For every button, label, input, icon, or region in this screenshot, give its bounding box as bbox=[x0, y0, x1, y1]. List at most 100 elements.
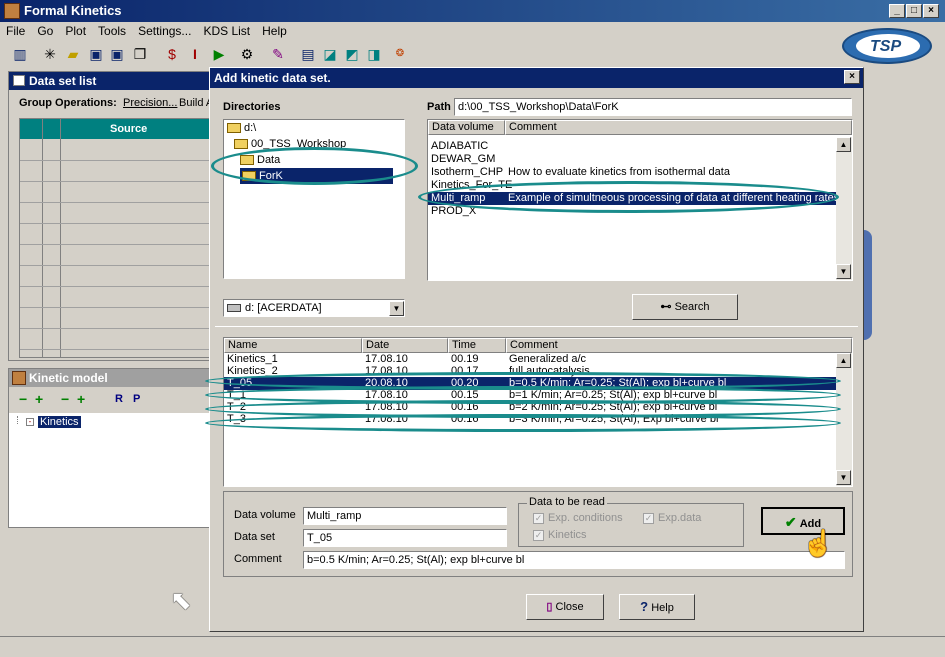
r-button[interactable]: R bbox=[115, 393, 123, 405]
dir-label: d:\ bbox=[244, 122, 257, 134]
volume-row[interactable]: Kinetics_For_TE bbox=[428, 179, 836, 192]
exp-conditions-label: Exp. conditions bbox=[548, 512, 623, 524]
build-link[interactable]: Build A bbox=[179, 97, 211, 109]
col-set-comment[interactable]: Comment bbox=[506, 338, 852, 353]
folder-open-icon bbox=[242, 171, 256, 182]
volume-row[interactable]: ADIABATIC bbox=[428, 140, 836, 153]
menu-help[interactable]: Help bbox=[256, 22, 293, 38]
copy-icon[interactable]: ❐ bbox=[130, 44, 150, 64]
add-icon-1[interactable]: + bbox=[35, 391, 43, 407]
volume-row-selected[interactable]: Multi_ramp Example of simultneous process… bbox=[428, 192, 836, 205]
menu-tools[interactable]: Tools bbox=[92, 22, 132, 38]
chart-icon-3[interactable]: ◩ bbox=[342, 44, 362, 64]
menu-go[interactable]: Go bbox=[31, 22, 59, 38]
data-set-table[interactable]: Name Date Time Comment Kinetics_1 17.08.1… bbox=[223, 337, 853, 487]
exp-conditions-checkbox[interactable]: ✓ Exp. conditions bbox=[533, 512, 623, 524]
kinetics-label: Kinetics bbox=[548, 529, 587, 541]
edit-icon[interactable]: ✎ bbox=[268, 44, 288, 64]
set-row[interactable]: T_3 17.08.10 00.16 b=3 K/min; Ar=0.25; St(A… bbox=[224, 413, 836, 426]
tree-collapse-icon[interactable]: - bbox=[26, 418, 34, 426]
set-label: Data set bbox=[234, 531, 275, 543]
chart-icon-4[interactable]: ◨ bbox=[364, 44, 384, 64]
help-button[interactable]: ? Help bbox=[619, 594, 695, 620]
sigma-icon[interactable]: $ bbox=[162, 44, 182, 64]
p-button[interactable]: P bbox=[133, 393, 140, 405]
save-as-icon[interactable]: ▣ bbox=[107, 44, 127, 64]
maximize-icon[interactable]: □ bbox=[906, 4, 922, 18]
menu-settings[interactable]: Settings... bbox=[132, 22, 197, 38]
volume-name: Kinetics_For_TE bbox=[431, 179, 513, 191]
dir-item-data[interactable]: Data bbox=[224, 152, 404, 168]
dir-item-root[interactable]: d:\ bbox=[224, 120, 404, 136]
scroll-down-icon[interactable]: ▼ bbox=[836, 470, 851, 485]
help-bulb-icon[interactable]: ❂ bbox=[390, 44, 410, 64]
help-label: Help bbox=[651, 602, 674, 614]
new-icon[interactable]: ✳ bbox=[40, 44, 60, 64]
dir-item-fork[interactable]: ForK bbox=[224, 168, 404, 184]
col-time[interactable]: Time bbox=[448, 338, 506, 353]
dialog-close-icon[interactable]: × bbox=[844, 70, 860, 84]
col-comment[interactable]: Comment bbox=[505, 120, 852, 135]
drive-select[interactable]: d: [ACERDATA] ▼ bbox=[223, 299, 405, 317]
set-scrollbar[interactable]: ▲ ▼ bbox=[836, 353, 852, 486]
scroll-up-icon[interactable]: ▲ bbox=[836, 353, 851, 368]
col-date[interactable]: Date bbox=[362, 338, 448, 353]
gear-icon[interactable]: ⚙ bbox=[237, 44, 257, 64]
close-button[interactable]: ▯ Close bbox=[526, 594, 604, 620]
remove-icon-1[interactable]: − bbox=[19, 391, 27, 407]
menu-kds-list[interactable]: KDS List bbox=[197, 22, 256, 38]
set-comment: b=3 K/min; Ar=0.25; St(Al); Exp bl+curve… bbox=[509, 413, 719, 425]
set-date: 17.08.10 bbox=[365, 413, 408, 425]
volume-row[interactable]: PROD_X bbox=[428, 205, 836, 218]
volume-row[interactable]: DEWAR_GM bbox=[428, 153, 836, 166]
chart-icon-1[interactable]: ▤ bbox=[298, 44, 318, 64]
comment-field[interactable]: b=0.5 K/min; Ar=0.25; St(Al); exp bl+cur… bbox=[303, 551, 845, 569]
menu-plot[interactable]: Plot bbox=[59, 22, 92, 38]
precision-link[interactable]: Precision... bbox=[123, 97, 177, 109]
list-icon[interactable]: ▥ bbox=[10, 44, 30, 64]
set-field[interactable]: T_05 bbox=[303, 529, 507, 547]
folder-open-icon bbox=[240, 155, 254, 166]
menu-file[interactable]: File bbox=[0, 22, 31, 38]
run-icon[interactable]: ▶ bbox=[209, 44, 229, 64]
add-icon-2[interactable]: + bbox=[77, 391, 85, 407]
pointer-cursor-icon: ☝ bbox=[802, 528, 835, 558]
save-icon[interactable]: ▣ bbox=[86, 44, 106, 64]
app-icon bbox=[4, 3, 20, 19]
close-icon[interactable]: × bbox=[923, 4, 939, 18]
tree-item-kinetics[interactable]: Kinetics bbox=[38, 416, 81, 428]
volume-comment: Example of simultneous processing of dat… bbox=[508, 192, 836, 204]
data-volume-list[interactable]: Data volume Comment ADIABATIC DEWAR_GM I… bbox=[427, 119, 853, 281]
volume-field[interactable]: Multi_ramp bbox=[303, 507, 507, 525]
drive-value: d: [ACERDATA] bbox=[245, 302, 322, 314]
kinetic-toolbar: − + − + R P bbox=[9, 387, 211, 413]
open-icon[interactable]: ▰ bbox=[63, 44, 83, 64]
chart-icon-2[interactable]: ◪ bbox=[320, 44, 340, 64]
data-set-panel: Data set list Group Operations: Precisio… bbox=[8, 71, 212, 361]
remove-icon-2[interactable]: − bbox=[61, 391, 69, 407]
info-icon[interactable]: I bbox=[185, 44, 205, 64]
col-name[interactable]: Name bbox=[224, 338, 362, 353]
scroll-up-icon[interactable]: ▲ bbox=[836, 137, 851, 152]
check-icon: ✓ bbox=[643, 512, 654, 524]
app-title-bar: Formal Kinetics _ □ × bbox=[0, 0, 945, 22]
minimize-icon[interactable]: _ bbox=[889, 4, 905, 18]
search-label: Search bbox=[674, 301, 710, 313]
col-data-volume[interactable]: Data volume bbox=[428, 120, 505, 135]
kinetics-checkbox[interactable]: ✓ Kinetics bbox=[533, 529, 587, 541]
directory-tree[interactable]: d:\ 00_TSS_Workshop Data ForK bbox=[223, 119, 405, 279]
data-set-grid[interactable]: Source bbox=[19, 118, 211, 358]
volume-row[interactable]: Isotherm_CHP How to evaluate kinetics fro… bbox=[428, 166, 836, 179]
search-button[interactable]: ⊷ Search bbox=[632, 294, 738, 320]
close-label: Close bbox=[555, 601, 584, 613]
scroll-down-icon[interactable]: ▼ bbox=[836, 264, 851, 279]
dir-item-workshop[interactable]: 00_TSS_Workshop bbox=[224, 136, 404, 152]
volume-scrollbar[interactable]: ▲ ▼ bbox=[836, 137, 852, 280]
path-field[interactable]: d:\00_TSS_Workshop\Data\ForK bbox=[454, 98, 852, 116]
dir-label: Data bbox=[257, 154, 281, 166]
read-group-title: Data to be read bbox=[527, 496, 607, 508]
kinetic-icon bbox=[12, 371, 26, 385]
exp-data-checkbox[interactable]: ✓ Exp.data bbox=[643, 512, 701, 524]
dropdown-arrow-icon[interactable]: ▼ bbox=[389, 301, 404, 316]
directories-label: Directories bbox=[223, 101, 281, 113]
